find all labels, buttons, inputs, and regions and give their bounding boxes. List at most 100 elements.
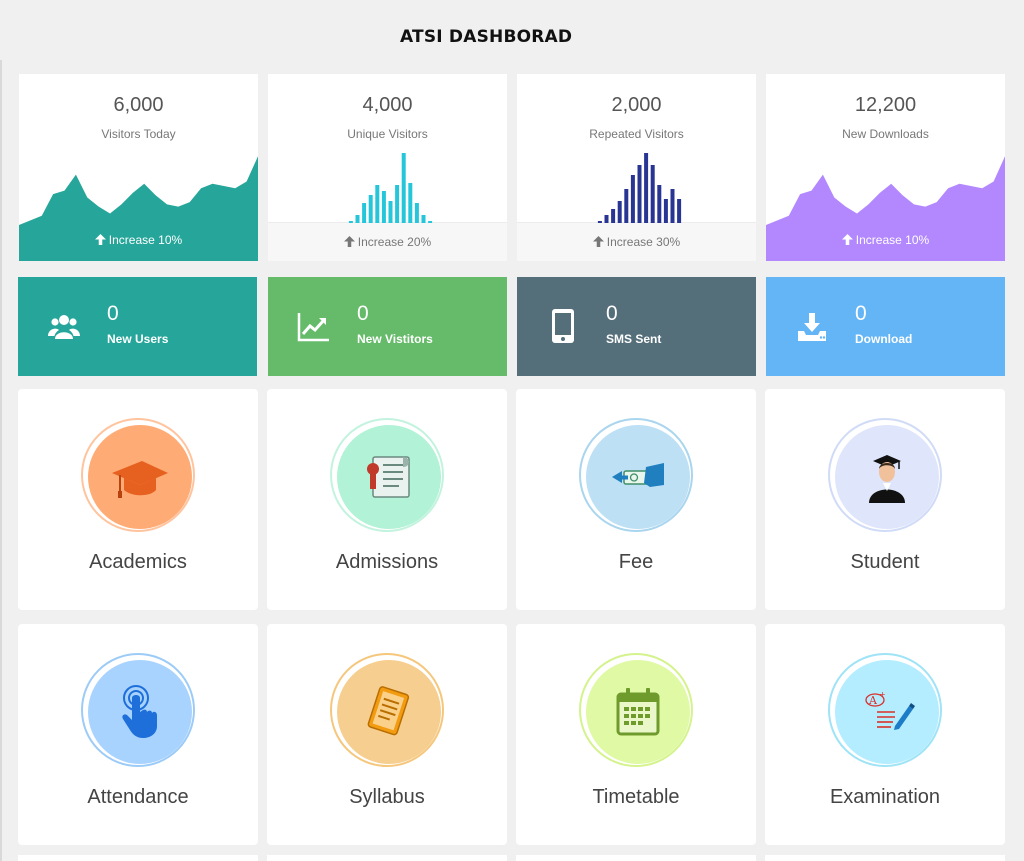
stat-value: 4,000 (362, 94, 413, 116)
module-fee[interactable]: Fee (516, 389, 756, 610)
module-label: Examination (829, 786, 941, 808)
next-row-card-edge (765, 855, 1005, 861)
module-icon-circle (579, 653, 693, 767)
bar (362, 203, 367, 223)
arrow-up-icon (841, 234, 853, 245)
tile-value: 0 (606, 302, 618, 325)
stat-trend-text: Increase 30% (606, 235, 681, 249)
bar (395, 185, 400, 223)
stat-label: Visitors Today (101, 127, 176, 141)
bar (355, 215, 360, 223)
tile-value: 0 (107, 302, 119, 325)
bar (630, 175, 635, 223)
module-syllabus[interactable]: Syllabus (267, 624, 507, 845)
module-icon-circle (81, 418, 195, 532)
arrow-up-icon (94, 234, 106, 245)
graduation-cap-icon (112, 461, 168, 498)
exam-grade-icon: A + (865, 690, 915, 730)
module-icon-circle (81, 653, 195, 767)
bar (637, 165, 642, 223)
document-list-icon (367, 686, 410, 736)
module-label: Student (850, 551, 920, 573)
page-title: ATSI DASHBORAD (400, 27, 573, 47)
bar (657, 185, 662, 223)
next-row-card-edge (267, 855, 507, 861)
module-student[interactable]: Student (765, 389, 1005, 610)
bar (388, 201, 393, 223)
next-row-card-edge (18, 855, 258, 861)
bar-chart (597, 153, 682, 223)
svg-text:A: A (868, 694, 878, 707)
module-attendance[interactable]: Attendance (18, 624, 258, 845)
stat-label: New Downloads (842, 127, 929, 141)
bar (381, 191, 386, 223)
tile-label: SMS Sent (606, 332, 662, 346)
stat-trend-text: Increase 10% (108, 233, 183, 247)
chart-line-icon (297, 313, 329, 342)
module-academics[interactable]: Academics (18, 389, 258, 610)
bar (597, 221, 602, 223)
tile-download[interactable]: 0 Download (766, 277, 1005, 376)
stat-trend: Increase 30% (517, 235, 756, 249)
module-icon-circle: A + (828, 653, 942, 767)
users-icon (48, 315, 80, 339)
touch-hand-icon (122, 685, 157, 738)
left-border (0, 60, 2, 861)
stat-card-new-downloads: 12,200 New Downloads Increase 10% (766, 74, 1005, 261)
stat-trend: Increase 10% (19, 233, 258, 247)
module-icon-circle (330, 653, 444, 767)
module-label: Syllabus (349, 786, 425, 808)
tile-value: 0 (357, 302, 369, 325)
stat-trend: Increase 10% (766, 233, 1005, 247)
module-admissions[interactable]: Admissions (267, 389, 507, 610)
tile-label: New Users (107, 332, 169, 346)
bar (401, 153, 406, 223)
bar (617, 201, 622, 223)
module-examination[interactable]: A + Examination (765, 624, 1005, 845)
tile-new-visitors[interactable]: 0 New Vistitors (268, 277, 507, 376)
arrow-up-icon (343, 236, 355, 247)
stat-label: Unique Visitors (347, 127, 428, 141)
bar (375, 185, 380, 223)
download-icon (798, 313, 826, 341)
svg-text:+: + (879, 690, 886, 699)
bar (611, 209, 616, 223)
module-label: Timetable (592, 786, 680, 808)
arrow-up-icon (592, 236, 604, 247)
mobile-icon (552, 309, 574, 343)
bar (663, 199, 668, 223)
next-row-card-edge (516, 855, 756, 861)
bar (421, 215, 426, 223)
bar (624, 189, 629, 223)
module-label: Academics (89, 551, 187, 573)
stat-card-visitors-today: 6,000 Visitors Today Increase 10% (19, 74, 258, 261)
module-label: Admissions (335, 551, 439, 573)
bar (650, 165, 655, 223)
bar (414, 203, 419, 223)
module-icon-circle (828, 418, 942, 532)
module-icon-circle (330, 418, 444, 532)
bar (644, 153, 649, 223)
bar (408, 183, 413, 223)
tile-label: Download (855, 332, 913, 346)
module-icon-circle (579, 418, 693, 532)
module-label: Attendance (87, 786, 189, 808)
bar (428, 221, 433, 223)
stat-value: 6,000 (113, 94, 164, 116)
graduate-student-icon (869, 455, 905, 503)
stat-value: 12,200 (854, 94, 917, 116)
stat-value: 2,000 (611, 94, 662, 116)
tile-new-users[interactable]: 0 New Users (18, 277, 257, 376)
bar (348, 221, 353, 223)
tile-value: 0 (855, 302, 867, 325)
bar-chart (348, 153, 433, 223)
module-label: Fee (618, 551, 654, 573)
bar (368, 195, 373, 223)
tile-sms-sent[interactable]: 0 SMS Sent (517, 277, 756, 376)
tile-label: New Vistitors (357, 332, 433, 346)
scroll-certificate-icon (367, 456, 410, 498)
module-timetable[interactable]: Timetable (516, 624, 756, 845)
stat-trend-text: Increase 10% (855, 233, 930, 247)
bar (677, 199, 682, 223)
bar (604, 215, 609, 223)
